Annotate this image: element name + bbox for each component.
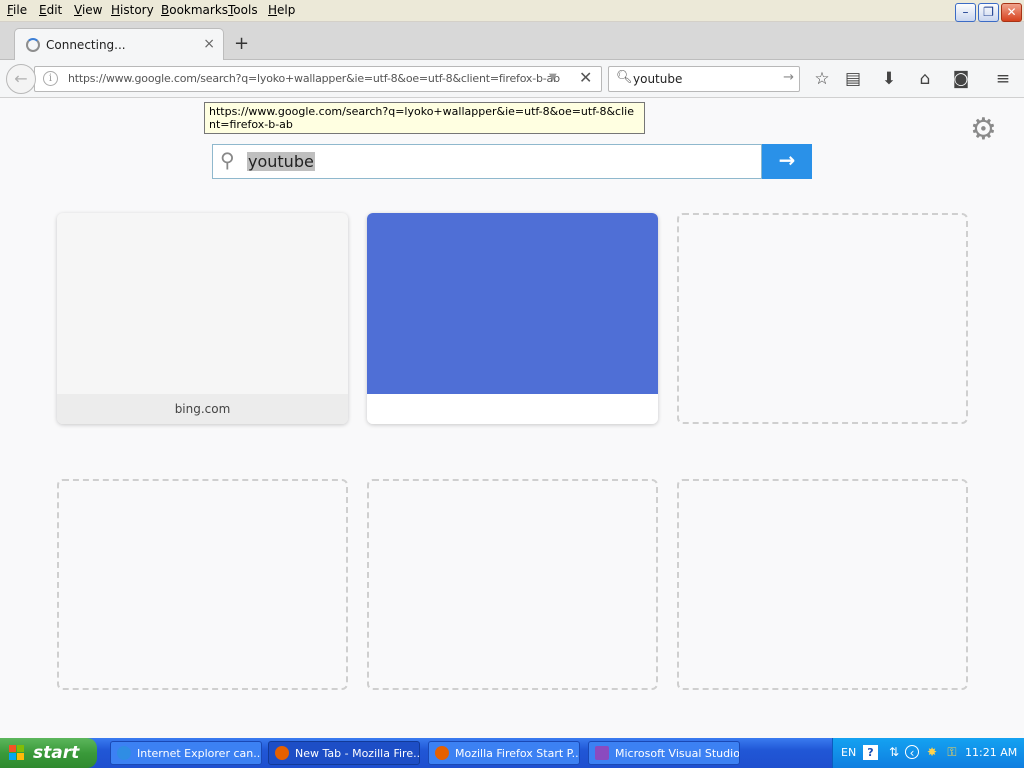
pocket-icon[interactable]: ◙ [949,67,973,91]
restore-button[interactable]: ❐ [978,3,999,22]
tray-chevron-icon[interactable]: ‹ [905,745,919,760]
downloads-icon[interactable]: ⬇ [877,67,901,91]
empty-tile [367,479,658,690]
search-go-icon[interactable]: → [783,70,794,85]
menu-bar: File Edit View History Bookmarks Tools H… [0,0,1024,22]
site-info-icon[interactable]: i [43,71,58,86]
menu-help[interactable]: Help [266,3,297,17]
help-icon[interactable]: ? [863,745,878,760]
bookmark-star-icon[interactable]: ☆ [810,67,834,91]
taskbar-item-label: Internet Explorer can... [137,747,262,760]
windows-logo-icon [9,745,26,761]
close-window-button[interactable]: ✕ [1001,3,1022,22]
ie-icon [117,746,131,760]
tab-close-icon[interactable]: × [203,36,215,52]
nav-bar: i https://www.google.com/search?q=lyoko+… [0,60,1024,98]
taskbar-item-visual-studio[interactable]: Microsoft Visual Studio [588,741,740,765]
taskbar-item-label: New Tab - Mozilla Fire... [295,747,420,760]
taskbar-item-ie[interactable]: Internet Explorer can... [110,741,262,765]
tab-strip: Connecting... × + [0,22,1024,61]
url-input[interactable]: https://www.google.com/search?q=lyoko+wa… [68,72,560,85]
taskbar-item-firefox-start[interactable]: Mozilla Firefox Start P... [428,741,580,765]
top-site-tile-blue[interactable] [367,213,658,424]
tile-label: bing.com [57,394,348,424]
url-bar[interactable]: i https://www.google.com/search?q=lyoko+… [34,66,602,92]
taskbar-item-label: Microsoft Visual Studio [615,747,740,760]
empty-tile [677,479,968,690]
tile-thumbnail [367,213,658,394]
new-tab-button[interactable]: + [234,33,249,54]
loading-spinner-icon [26,38,40,52]
gear-icon[interactable]: ⚙ [970,112,997,147]
top-site-tile-bing[interactable]: bing.com [57,213,348,424]
empty-tile [677,213,968,424]
tray-network-icon[interactable]: ⇅ [887,745,901,759]
tile-label [367,394,658,424]
menu-view[interactable]: View [72,3,104,17]
empty-tile [57,479,348,690]
search-bar[interactable]: 🔍︎ youtube → [608,66,800,92]
hamburger-menu-icon[interactable]: ≡ [991,67,1015,91]
history-dropdown-icon[interactable]: ▼ [549,72,557,83]
back-button[interactable]: ← [6,64,36,94]
menu-file[interactable]: File [5,3,29,17]
reading-list-icon[interactable]: ▤ [841,67,865,91]
menu-tools[interactable]: Tools [226,3,260,17]
minimize-button[interactable]: – [955,3,976,22]
firefox-icon [435,746,449,760]
clock: 11:21 AM [965,746,1018,759]
menu-history[interactable]: History [109,3,156,17]
newtab-search-field[interactable]: ⚲ youtube [212,144,762,179]
start-label: start [33,743,80,763]
firefox-icon [275,746,289,760]
taskbar: start Internet Explorer can... New Tab -… [0,738,1024,768]
newtab-search-input[interactable]: youtube [247,152,315,171]
menu-bookmarks[interactable]: Bookmarks [159,3,230,17]
home-icon[interactable]: ⌂ [913,67,937,91]
search-icon: ⚲ [220,148,235,172]
menu-edit[interactable]: Edit [37,3,64,17]
taskbar-item-label: Mozilla Firefox Start P... [455,747,580,760]
taskbar-item-firefox-newtab[interactable]: New Tab - Mozilla Fire... [268,741,420,765]
visual-studio-icon [595,746,609,760]
stop-icon[interactable]: ✕ [579,68,592,87]
language-indicator[interactable]: EN [841,746,856,759]
start-button[interactable]: start [0,738,97,768]
url-tooltip: https://www.google.com/search?q=lyoko+wa… [204,102,645,134]
search-icon: 🔍︎ [616,70,633,85]
search-input[interactable]: youtube [633,72,682,86]
tray-security-icon[interactable]: ⚿ [945,745,959,759]
arrow-left-icon: ← [14,69,28,88]
tab-new-tab[interactable]: Connecting... × [14,28,224,61]
tab-title: Connecting... [46,38,126,52]
system-tray: EN ? ⇅ ‹ ✸ ⚿ 11:21 AM [832,738,1024,768]
newtab-search-go-button[interactable]: → [762,144,812,179]
tray-app-icon[interactable]: ✸ [925,745,939,759]
